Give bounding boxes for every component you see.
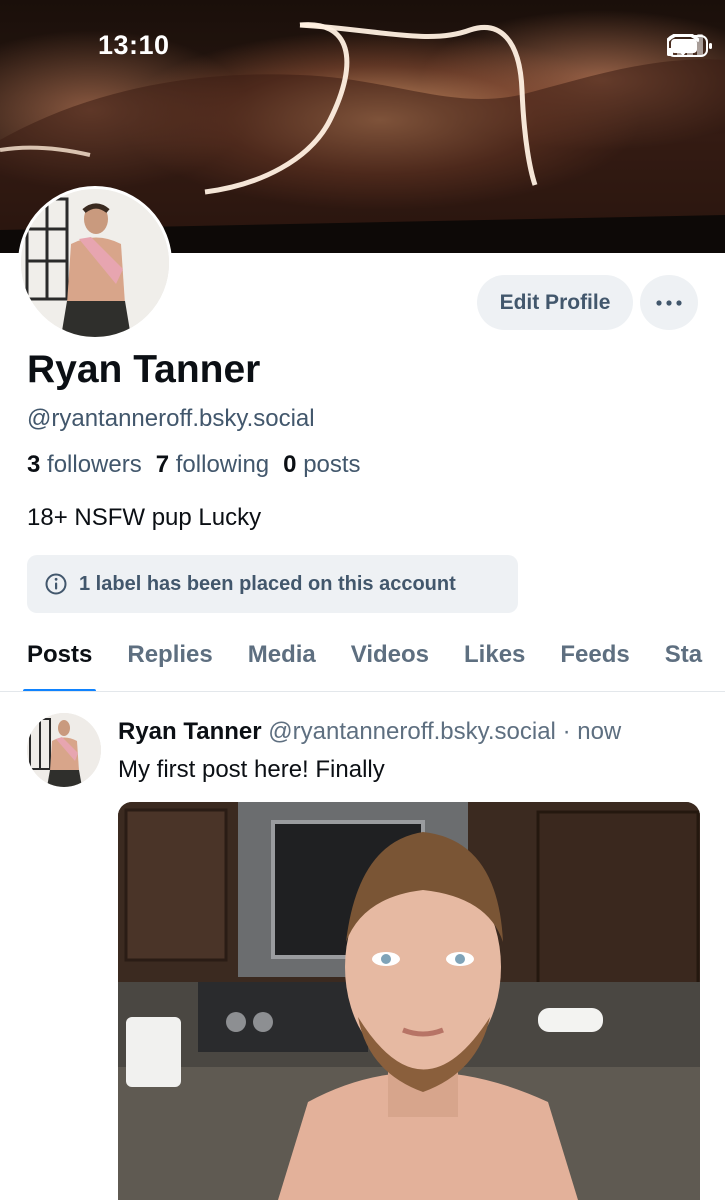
tab-feeds[interactable]: Feeds	[560, 628, 629, 691]
battery-icon	[667, 35, 712, 57]
posts-stat: 0 posts	[283, 451, 360, 479]
post-author-handle[interactable]: @ryantanneroff.bsky.social	[268, 718, 556, 745]
post-author-avatar[interactable]	[27, 713, 101, 787]
tab-starter-packs[interactable]: Sta	[665, 628, 702, 691]
account-label-notice[interactable]: 1 label has been placed on this account	[27, 555, 518, 613]
avatar-image	[21, 189, 169, 337]
edit-profile-button[interactable]: Edit Profile	[477, 275, 633, 330]
tab-videos[interactable]: Videos	[351, 628, 429, 691]
tab-likes[interactable]: Likes	[464, 628, 525, 691]
profile-tabs: Posts Replies Media Videos Likes Feeds S…	[0, 628, 725, 692]
status-time: 13:10	[98, 30, 170, 60]
post-avatar-image	[27, 713, 101, 787]
followers-label: followers	[47, 451, 142, 478]
followers-count: 3	[27, 451, 41, 478]
tab-replies[interactable]: Replies	[127, 628, 212, 691]
post-author-name[interactable]: Ryan Tanner	[118, 718, 262, 745]
profile-display-name: Ryan Tanner	[27, 348, 261, 391]
profile-handle: @ryantanneroff.bsky.social	[27, 405, 315, 432]
following-link[interactable]: 7 following	[156, 451, 269, 479]
tab-posts[interactable]: Posts	[22, 628, 97, 691]
post-photo	[118, 802, 700, 1200]
posts-label: posts	[303, 451, 361, 478]
post-meta-separator: ·	[562, 718, 571, 745]
profile-bio: 18+ NSFW pup Lucky	[27, 504, 262, 531]
post-text: My first post here! Finally	[118, 756, 385, 783]
info-icon	[45, 573, 67, 595]
post-header: Ryan Tanner @ryantanneroff.bsky.social ·…	[118, 718, 621, 746]
profile-stats: 3 followers 7 following 0 posts	[27, 451, 361, 479]
followers-link[interactable]: 3 followers	[27, 451, 142, 479]
post-timestamp[interactable]: now	[577, 718, 621, 745]
more-options-button[interactable]	[640, 275, 698, 330]
ellipsis-icon	[656, 299, 682, 306]
post-image[interactable]	[118, 802, 700, 1200]
label-notice-text: 1 label has been placed on this account	[79, 572, 456, 595]
profile-avatar[interactable]	[18, 186, 172, 340]
posts-count: 0	[283, 451, 297, 478]
following-count: 7	[155, 451, 170, 478]
following-label: following	[175, 451, 270, 478]
tab-media[interactable]: Media	[248, 628, 316, 691]
